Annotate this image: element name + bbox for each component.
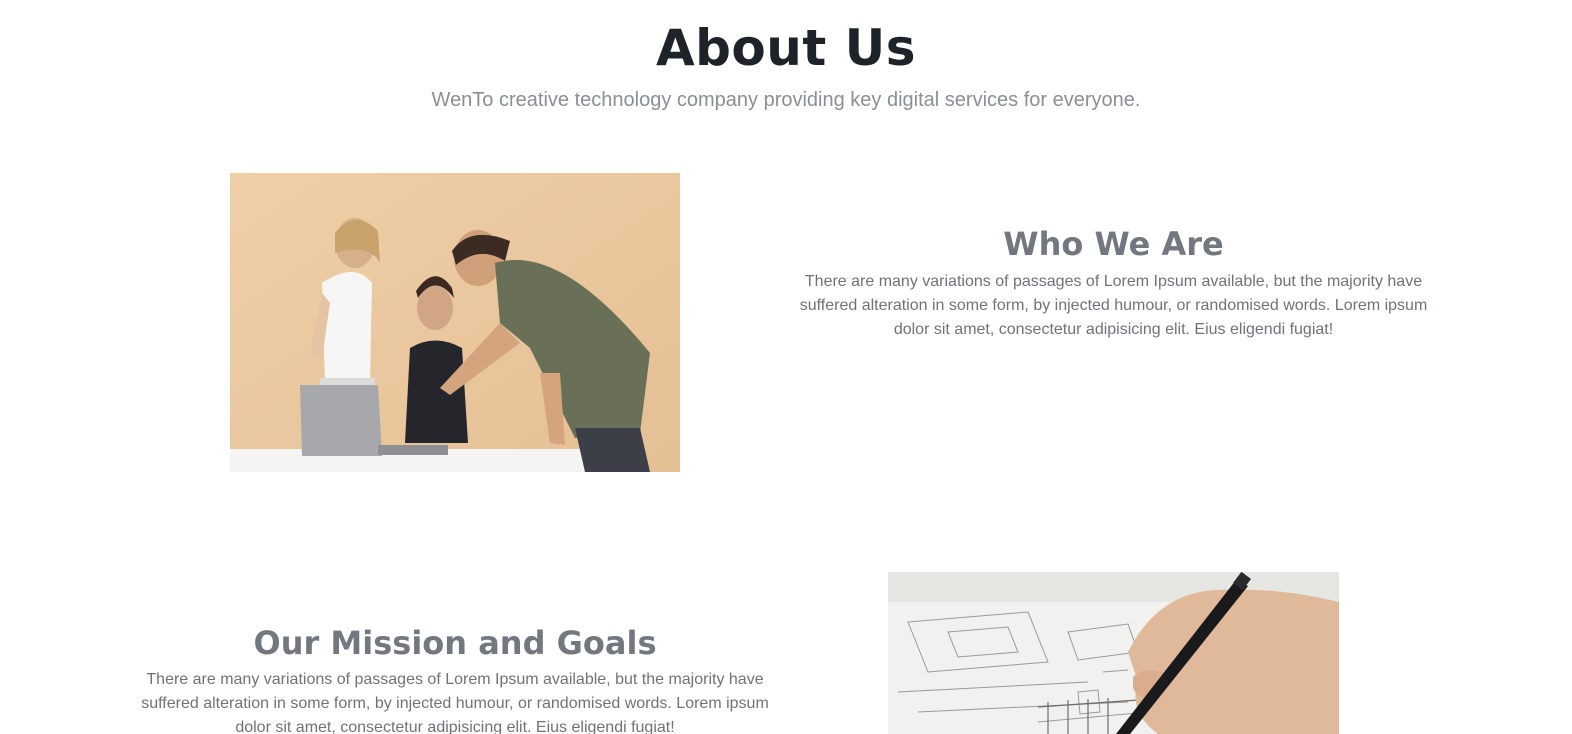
hand-drawing-photo xyxy=(888,572,1339,734)
section-text-who-we-are: There are many variations of passages of… xyxy=(799,273,1428,338)
section-text-mission-goals: There are many variations of passages of… xyxy=(141,671,769,734)
page-subtitle: WenTo creative technology company provid… xyxy=(431,89,1141,111)
section-heading-who-we-are: Who We Are xyxy=(1003,225,1224,263)
page-title: About Us xyxy=(655,19,917,77)
about-us-page: About Us WenTo creative technology compa… xyxy=(0,0,1572,734)
team-working-photo xyxy=(230,173,680,472)
section-heading-mission-goals: Our Mission and Goals xyxy=(253,624,657,662)
